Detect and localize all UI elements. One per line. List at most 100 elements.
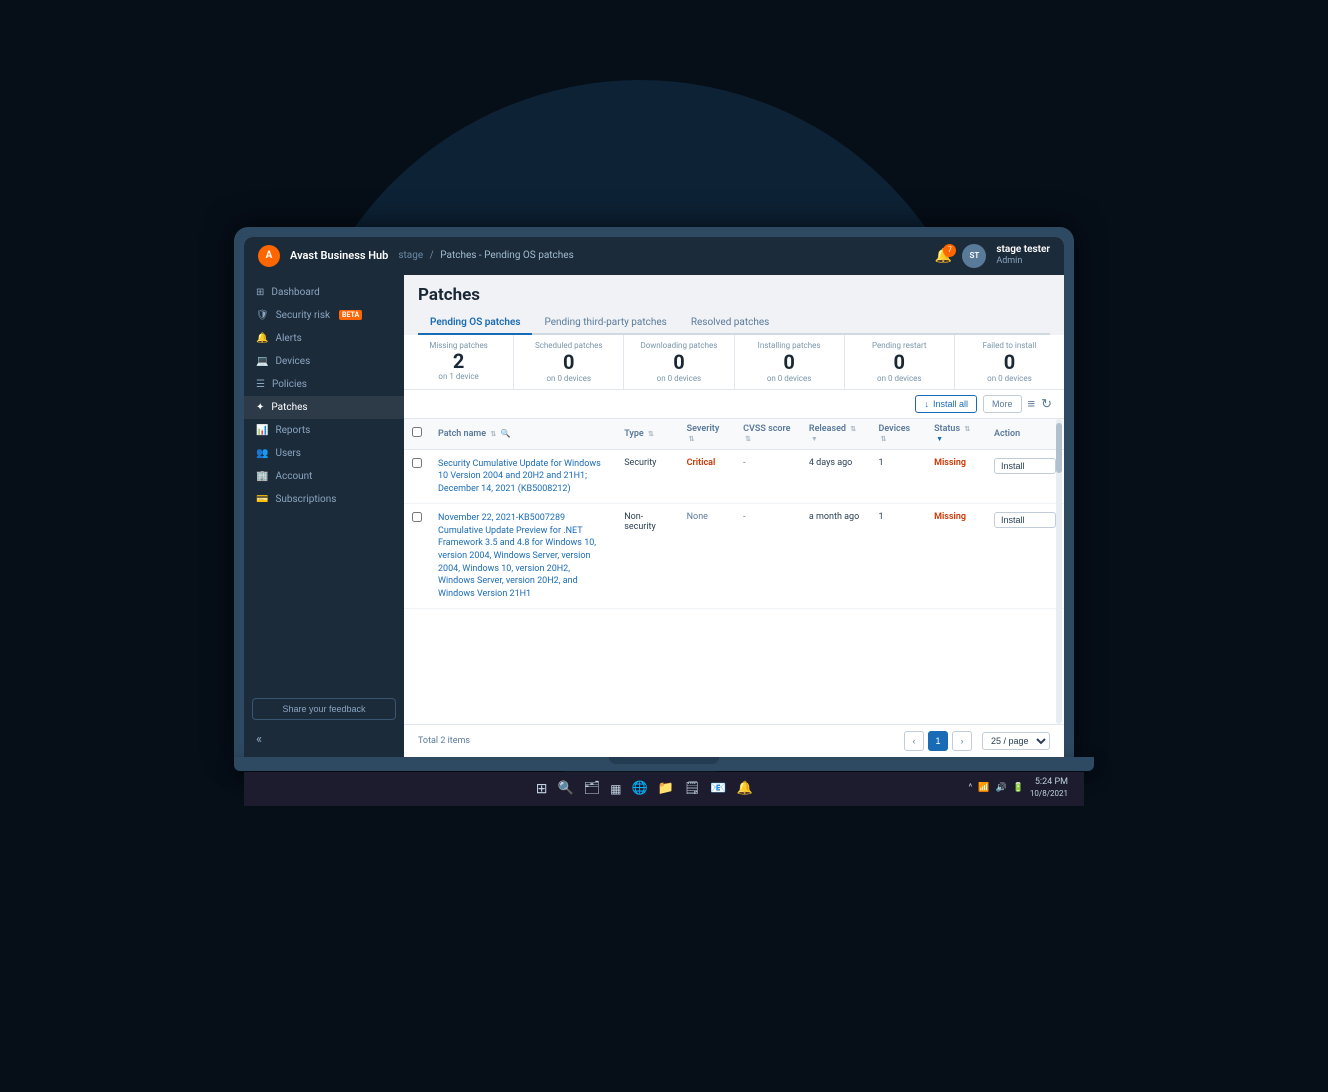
sidebar-item-devices[interactable]: 💻 Devices [244, 350, 404, 373]
taskbar-files-icon[interactable]: 🗂 [584, 781, 601, 796]
taskbar-center: ⊞ 🔍 🗂 ▦ 🌐 📁 🗒 📧 🔔 [536, 781, 753, 797]
account-icon: 🏢 [256, 471, 268, 482]
col-patch-name: Patch name [438, 429, 486, 439]
stat-pending-restart: Pending restart 0 on 0 devices [845, 335, 955, 389]
content-area: Patches Pending OS patches Pending third… [404, 275, 1064, 757]
taskbar-clock: 5:24 PM 10/8/2021 [1030, 777, 1068, 799]
security-icon: 🛡 [256, 310, 269, 321]
table-toolbar: ↓ Install all More ≡ ↻ [404, 390, 1064, 419]
sidebar-item-policies[interactable]: ☰ Policies [244, 373, 404, 396]
page-1-button[interactable]: 1 [928, 731, 948, 751]
filter-status-icon[interactable]: ▼ [936, 435, 943, 443]
sidebar-item-subscriptions[interactable]: 💳 Subscriptions [244, 488, 404, 511]
taskbar-chevron-icon[interactable]: ^ [968, 783, 972, 793]
laptop-notch [609, 757, 719, 764]
avatar: ST [962, 244, 986, 268]
user-name: stage tester [996, 244, 1050, 256]
stat-failed: Failed to install 0 on 0 devices [955, 335, 1064, 389]
collapse-sidebar-button[interactable]: « [244, 728, 404, 751]
col-devices: Devices [879, 424, 911, 434]
sidebar-item-security-risk[interactable]: 🛡 Security risk BETA [244, 304, 404, 327]
laptop: A Avast Business Hub stage / Patches - P… [234, 227, 1094, 806]
user-role: Admin [996, 256, 1050, 267]
stat-scheduled: Scheduled patches 0 on 0 devices [514, 335, 624, 389]
taskbar: ⊞ 🔍 🗂 ▦ 🌐 📁 🗒 📧 🔔 ^ 📶 🔊 🔋 5:24 PM 10/8/2… [244, 772, 1084, 806]
table-row: Security Cumulative Update for Windows 1… [404, 449, 1064, 504]
prev-page-button[interactable]: ‹ [904, 731, 924, 751]
next-page-button[interactable]: › [952, 731, 972, 751]
sidebar-item-dashboard[interactable]: ⊞ Dashboard [244, 281, 404, 304]
taskbar-mail-icon[interactable]: 📧 [710, 781, 726, 796]
notification-badge: 7 [943, 244, 956, 257]
taskbar-right: ^ 📶 🔊 🔋 5:24 PM 10/8/2021 [968, 777, 1068, 799]
users-icon: 👥 [256, 448, 268, 459]
sort-type-icon[interactable]: ⇅ [648, 430, 654, 438]
refresh-icon-button[interactable]: ↻ [1041, 396, 1052, 412]
taskbar-battery-icon: 🔋 [1013, 783, 1024, 793]
patch-name-link-1[interactable]: Security Cumulative Update for Windows 1… [438, 459, 601, 494]
sidebar-item-alerts[interactable]: 🔔 Alerts [244, 327, 404, 350]
app-window: A Avast Business Hub stage / Patches - P… [244, 237, 1064, 757]
feedback-button[interactable]: Share your feedback [252, 698, 396, 720]
user-info: stage tester Admin [996, 244, 1050, 267]
sidebar-item-users[interactable]: 👥 Users [244, 442, 404, 465]
alerts-icon: 🔔 [256, 333, 268, 344]
select-all-checkbox[interactable] [412, 427, 422, 437]
sort-released-icon[interactable]: ⇅ [850, 425, 856, 433]
stat-sub: on 1 device [408, 372, 509, 381]
taskbar-widgets-icon[interactable]: ▦ [610, 782, 621, 796]
action-select-1[interactable]: Install Schedule Ignore [994, 458, 1056, 474]
sort-devices-icon[interactable]: ⇅ [881, 435, 887, 443]
table-header-row: Patch name ⇅ 🔍 Type ⇅ [404, 419, 1064, 450]
patches-table: Patch name ⇅ 🔍 Type ⇅ [404, 419, 1064, 610]
taskbar-avast-icon[interactable]: 🔔 [737, 781, 753, 796]
patch-name-link-2[interactable]: November 22, 2021-KB5007289 Cumulative U… [438, 513, 596, 599]
taskbar-notepad-icon[interactable]: 🗒 [684, 781, 701, 796]
sidebar-item-patches[interactable]: ✦ Patches [244, 396, 404, 419]
filter-released-icon[interactable]: ▼ [811, 435, 818, 443]
stat-missing: Missing patches 2 on 1 device [404, 335, 514, 389]
page-header: Patches Pending OS patches Pending third… [404, 275, 1064, 335]
tab-pending-third-party[interactable]: Pending third-party patches [532, 312, 678, 333]
install-all-button[interactable]: ↓ Install all [915, 395, 977, 413]
col-action: Action [994, 429, 1020, 439]
download-icon: ↓ [924, 399, 929, 409]
row-1-checkbox[interactable] [412, 458, 422, 468]
patches-icon: ✦ [256, 402, 264, 413]
taskbar-explorer-icon[interactable]: 📁 [658, 781, 674, 796]
action-select-2[interactable]: Install Schedule Ignore [994, 512, 1056, 528]
stats-row: Missing patches 2 on 1 device Scheduled … [404, 335, 1064, 390]
subscriptions-icon: 💳 [256, 494, 268, 505]
app-name: Avast Business Hub [290, 249, 388, 262]
tab-resolved[interactable]: Resolved patches [679, 312, 782, 333]
stat-value: 2 [408, 350, 509, 372]
filter-icon-button[interactable]: ≡ [1028, 396, 1036, 411]
more-button[interactable]: More [983, 395, 1022, 413]
col-type: Type [624, 429, 644, 439]
col-severity: Severity [687, 424, 720, 434]
table-row: November 22, 2021-KB5007289 Cumulative U… [404, 504, 1064, 609]
page-title: Patches [418, 285, 1050, 305]
pagination-controls: ‹ 1 › 25 / page 10 / page 50 / page [904, 731, 1050, 751]
col-status: Status [934, 424, 960, 434]
sort-cvss-icon[interactable]: ⇅ [745, 435, 751, 443]
pagination-info: Total 2 items [418, 736, 470, 746]
sort-severity-icon[interactable]: ⇅ [689, 435, 695, 443]
stat-installing: Installing patches 0 on 0 devices [735, 335, 845, 389]
taskbar-edge-icon[interactable]: 🌐 [632, 781, 648, 796]
sort-status-icon[interactable]: ⇅ [964, 425, 970, 433]
search-patch-name-icon[interactable]: 🔍 [500, 429, 510, 438]
row-2-checkbox[interactable] [412, 512, 422, 522]
scrollbar[interactable] [1056, 419, 1062, 724]
notification-bell[interactable]: 🔔 7 [935, 248, 952, 264]
tab-pending-os[interactable]: Pending OS patches [418, 312, 532, 335]
per-page-select[interactable]: 25 / page 10 / page 50 / page [982, 732, 1050, 750]
sidebar-item-account[interactable]: 🏢 Account [244, 465, 404, 488]
sidebar-item-reports[interactable]: 📊 Reports [244, 419, 404, 442]
sort-patch-name-icon[interactable]: ⇅ [490, 430, 496, 438]
windows-start-icon[interactable]: ⊞ [536, 781, 548, 797]
pagination: Total 2 items ‹ 1 › 25 / page 10 / page [404, 724, 1064, 757]
table-wrapper: Patch name ⇅ 🔍 Type ⇅ [404, 419, 1064, 724]
taskbar-search-icon[interactable]: 🔍 [557, 781, 573, 796]
reports-icon: 📊 [256, 425, 268, 436]
